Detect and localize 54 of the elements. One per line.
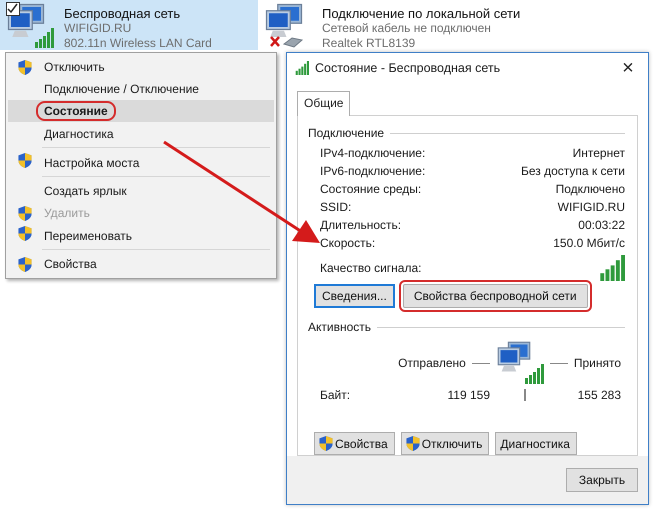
field-label: Длительность: — [320, 218, 402, 232]
shield-icon — [18, 60, 32, 74]
field-value: Интернет — [572, 146, 625, 160]
shield-icon — [18, 256, 32, 272]
bytes-sent: 119 159 — [446, 388, 490, 402]
checkbox[interactable] — [6, 2, 20, 16]
sent-label: Отправлено — [398, 356, 466, 370]
field-value: 00:03:22 — [578, 218, 625, 232]
adapter-name: Беспроводная сеть — [64, 6, 182, 21]
window-title: Состояние - Беспроводная сеть — [315, 61, 502, 75]
field-label: IPv6-подключение: — [320, 164, 426, 178]
field-label: Качество сигнала: — [320, 261, 422, 275]
adapter-status: Сетевой кабель не подключен — [322, 21, 492, 36]
bytes-label: Байт: — [320, 388, 352, 402]
group-heading: Активность — [308, 320, 372, 334]
signal-bars-icon — [599, 255, 625, 281]
adapter-device: 802.11n Wireless LAN Card — [64, 36, 212, 51]
menu-item[interactable]: Подключение / Отключение — [8, 78, 274, 100]
field-value: WIFIGID.RU — [558, 200, 625, 214]
shield-icon — [18, 153, 32, 168]
signal-bars-icon — [34, 28, 54, 48]
disconnected-cable-icon — [270, 34, 304, 50]
adapter-device: Realtek RTL8139 — [322, 36, 416, 51]
menu-item[interactable]: Создать ярлык — [8, 180, 274, 202]
adapter-status: WIFIGID.RU — [64, 21, 132, 36]
shield-icon — [18, 206, 32, 220]
close-dialog-button[interactable]: Закрыть — [566, 468, 638, 492]
field-label: Скорость: — [320, 236, 376, 250]
shield-icon — [319, 436, 333, 451]
menu-item[interactable]: Состояние — [8, 100, 274, 122]
dialog-button[interactable]: Отключить — [400, 432, 490, 455]
field-label: IPv4-подключение: — [320, 146, 426, 160]
shield-icon — [406, 436, 420, 451]
group-heading: Подключение — [308, 126, 384, 140]
adapter-name: Подключение по локальной сети — [322, 6, 520, 21]
tab[interactable]: Общие — [297, 91, 350, 116]
dialog-button[interactable]: Диагностика — [495, 432, 577, 455]
dialog-button[interactable]: Свойства — [314, 432, 395, 455]
field-value: Подключено — [556, 182, 625, 196]
signal-bars-icon — [295, 61, 309, 75]
network-adapter[interactable]: Подключение по локальной сети Сетевой кабель не подключен Realtek RTL8139 — [258, 0, 650, 50]
close-button[interactable]: × — [608, 53, 648, 83]
received-label: Принято — [574, 356, 621, 370]
dialog-button[interactable]: Сведения... — [314, 284, 395, 308]
bytes-received: 155 283 — [576, 388, 621, 402]
menu-item[interactable]: Свойства — [8, 253, 274, 275]
field-label: SSID: — [320, 200, 352, 214]
shield-icon — [18, 226, 32, 241]
network-adapter[interactable]: Беспроводная сеть WIFIGID.RU 802.11n Wireless LAN Card — [0, 0, 258, 50]
field-value: Без доступа к сети — [521, 164, 625, 178]
menu-item[interactable]: Отключить — [8, 56, 274, 78]
signal-bars-icon — [524, 364, 544, 384]
field-label: Состояние среды: — [320, 182, 422, 196]
field-value: 150.0 Мбит/с — [553, 236, 625, 250]
